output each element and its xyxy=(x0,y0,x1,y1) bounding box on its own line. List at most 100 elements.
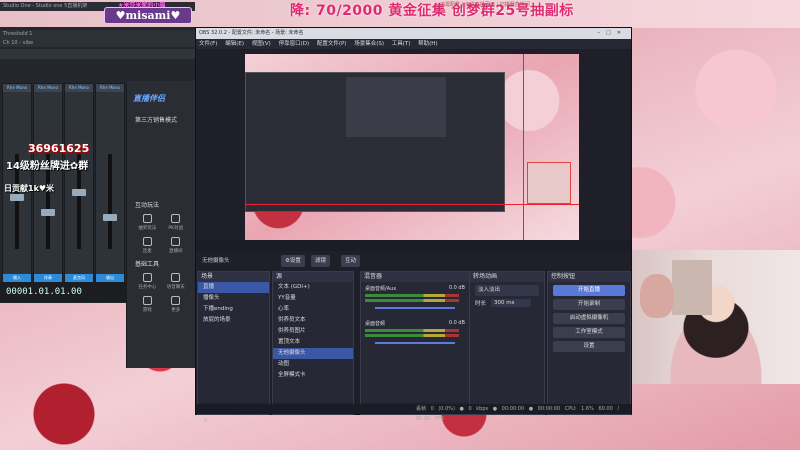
assistant-logo: 直播伴侣 xyxy=(133,94,165,103)
virtual-camera-button[interactable]: 启动虚拟摄像机 xyxy=(553,313,625,324)
grid-item[interactable]: PK对战 xyxy=(164,214,189,231)
channel-strip[interactable]: Rhe Mono 麦克风 xyxy=(64,83,94,283)
mixer-channel: 桌面音频 0.0 dB xyxy=(361,317,469,352)
dock-title: 源 xyxy=(273,272,353,282)
dock-title: 转场动画 xyxy=(470,272,544,282)
volume-meter xyxy=(365,294,459,297)
channel-label: Rhe Mono xyxy=(3,84,31,92)
channel-fader[interactable] xyxy=(103,154,117,249)
volume-slider[interactable] xyxy=(375,307,455,309)
channel-footer: 输入 xyxy=(3,274,31,282)
nested-preview-inner xyxy=(346,77,446,137)
menu-item[interactable]: 工具(T) xyxy=(392,41,411,47)
channel-label: Rhe Mono xyxy=(65,84,93,92)
fan-level-text: 14级粉丝牌进✿群 xyxy=(6,161,89,172)
contribution-text: 日贡献1k♥米 xyxy=(4,184,55,193)
menu-item[interactable]: 配置文件(P) xyxy=(317,41,347,47)
duration-row: 时长 300 ms xyxy=(475,299,539,307)
selected-source-name: 无他摄像头 xyxy=(202,258,230,264)
preview-canvas[interactable] xyxy=(245,54,579,240)
grid-item[interactable]: 抽奖玩法 xyxy=(135,214,160,231)
volume-meter xyxy=(365,329,459,332)
mixer-db: 0.0 dB xyxy=(448,285,465,291)
volume-meter xyxy=(365,299,459,302)
scene-item[interactable]: 直播 xyxy=(198,282,269,293)
source-item[interactable]: 供养员图片 xyxy=(273,326,353,337)
volume-slider[interactable] xyxy=(375,342,455,344)
menu-item[interactable]: 停靠窗口(D) xyxy=(279,41,310,47)
scene-item[interactable]: 播像头 xyxy=(198,293,269,304)
menu-item[interactable]: 编辑(E) xyxy=(225,41,244,47)
transitions-dock: 转场动画 淡入淡出 时长 300 ms xyxy=(469,271,545,415)
daw-toolbar[interactable] xyxy=(0,49,196,59)
transition-select[interactable]: 淡入淡出 xyxy=(475,285,539,296)
webcam-source[interactable] xyxy=(527,162,571,204)
dock-title: 控制按钮 xyxy=(548,272,630,282)
source-item[interactable]: 心率 xyxy=(273,304,353,315)
volume-meter xyxy=(365,334,459,337)
channel-strip[interactable]: Rhe Mono 输出 xyxy=(95,83,125,283)
settings-button[interactable]: 设置 xyxy=(553,341,625,352)
mixer-channel: 桌面音频/Aux 0.0 dB xyxy=(361,282,469,317)
grid-item[interactable]: 连麦 xyxy=(135,237,160,254)
filters-button[interactable]: 滤镜 xyxy=(311,255,331,267)
assistant-section-title: 互动玩法 xyxy=(135,202,160,209)
assistant-section-title[interactable]: 第三方销售模式 xyxy=(127,112,196,127)
obs-titlebar[interactable]: OBS 32.0.2 - 配置文件: 未命名 - 场景: 未命名 –□✕ xyxy=(196,28,631,39)
obs-menubar: 文件(F) 编辑(E) 视图(V) 停靠窗口(D) 配置文件(P) 场景集合(S… xyxy=(196,39,631,49)
menu-item[interactable]: 文件(F) xyxy=(199,41,217,47)
start-recording-button[interactable]: 开始录制 xyxy=(553,299,625,310)
menu-item[interactable]: 帮助(H) xyxy=(418,41,437,47)
channel-footer: 输出 xyxy=(96,274,124,282)
scenes-dock: 场景 直播 播像头 下播ending 放屁的场景 + ⊟ ▤ ∧ ∨ xyxy=(197,271,270,424)
obs-window: OBS 32.0.2 - 配置文件: 未命名 - 场景: 未命名 –□✕ 文件(… xyxy=(195,27,632,424)
grid-item[interactable]: 语音聊天 xyxy=(164,273,189,290)
obs-title-text: OBS 32.0.2 - 配置文件: 未命名 - 场景: 未命名 xyxy=(199,30,304,36)
streamer-badge: ♥misami♥ xyxy=(104,7,192,24)
bounding-line xyxy=(245,204,579,205)
fader-knob[interactable] xyxy=(103,214,117,221)
source-item[interactable]: 全屏模式卡 xyxy=(273,370,353,381)
start-streaming-button[interactable]: 开始直播 xyxy=(553,285,625,296)
source-item[interactable]: 动图 xyxy=(273,359,353,370)
studio-mode-button[interactable]: 工作室模式 xyxy=(553,327,625,338)
duration-input[interactable]: 300 ms xyxy=(491,299,532,307)
grid-item[interactable]: 更多 xyxy=(164,296,189,313)
mic-link-icon xyxy=(142,237,152,246)
task-icon xyxy=(142,273,152,282)
stream-goal-banner: 降: 70/2000 黄金征集 创梦群25号抽副标 xyxy=(290,3,574,19)
fader-knob[interactable] xyxy=(41,209,55,216)
grid-item[interactable]: 直播间 xyxy=(164,237,189,254)
channel-footer: 麦克风 xyxy=(65,274,93,282)
properties-button[interactable]: ⚙设置 xyxy=(281,255,305,267)
mixer-db: 0.0 dB xyxy=(448,320,465,326)
source-item[interactable]: 文本 (GDI+) xyxy=(273,282,353,293)
room-icon xyxy=(171,237,181,246)
source-item[interactable]: YY音量 xyxy=(273,293,353,304)
mixer-channel-name: 桌面音频/Aux xyxy=(365,286,397,292)
fader-knob[interactable] xyxy=(72,189,86,196)
pk-icon xyxy=(171,214,181,223)
track-name[interactable]: Threshold 1 xyxy=(0,30,196,39)
browser-tabs[interactable]: 无需配置 | 无需直播页面 | 扫描器直播间 xyxy=(440,1,530,8)
fader-knob[interactable] xyxy=(10,194,24,201)
window-controls[interactable]: –□✕ xyxy=(598,28,627,39)
mixer-channel-name: 桌面音频 xyxy=(365,321,386,327)
grid-item[interactable]: 游戏 xyxy=(135,296,160,313)
interact-button[interactable]: 互动 xyxy=(341,255,361,267)
live-assistant-panel: 直播伴侣 第三方销售模式 互动玩法 抽奖玩法 PK对战 连麦 直播间 基础工具 … xyxy=(126,81,196,368)
menu-item[interactable]: 视图(V) xyxy=(252,41,271,47)
source-item[interactable]: 供养员文本 xyxy=(273,315,353,326)
scene-item[interactable]: 放屁的场景 xyxy=(198,315,269,326)
grid-item[interactable]: 任务中心 xyxy=(135,273,160,290)
interactive-grid: 抽奖玩法 PK对战 连麦 直播间 xyxy=(127,212,196,256)
voice-icon xyxy=(171,273,181,282)
menu-item[interactable]: 场景集合(S) xyxy=(354,41,384,47)
scene-item[interactable]: 下播ending xyxy=(198,304,269,315)
channel-label: Rhe Mono xyxy=(96,84,124,92)
source-item[interactable]: 置顶文本 xyxy=(273,337,353,348)
source-item[interactable]: 无他摄像头 xyxy=(273,348,353,359)
plush-bear xyxy=(640,274,674,318)
obs-status-bar: 丢帧 0 (0.0%) ● 0 kbps ● 00:00:00 ● 00:00:… xyxy=(196,404,631,422)
sources-dock: 源 文本 (GDI+) YY音量 心率 供养员文本 供养员图片 置顶文本 无他摄… xyxy=(272,271,354,415)
